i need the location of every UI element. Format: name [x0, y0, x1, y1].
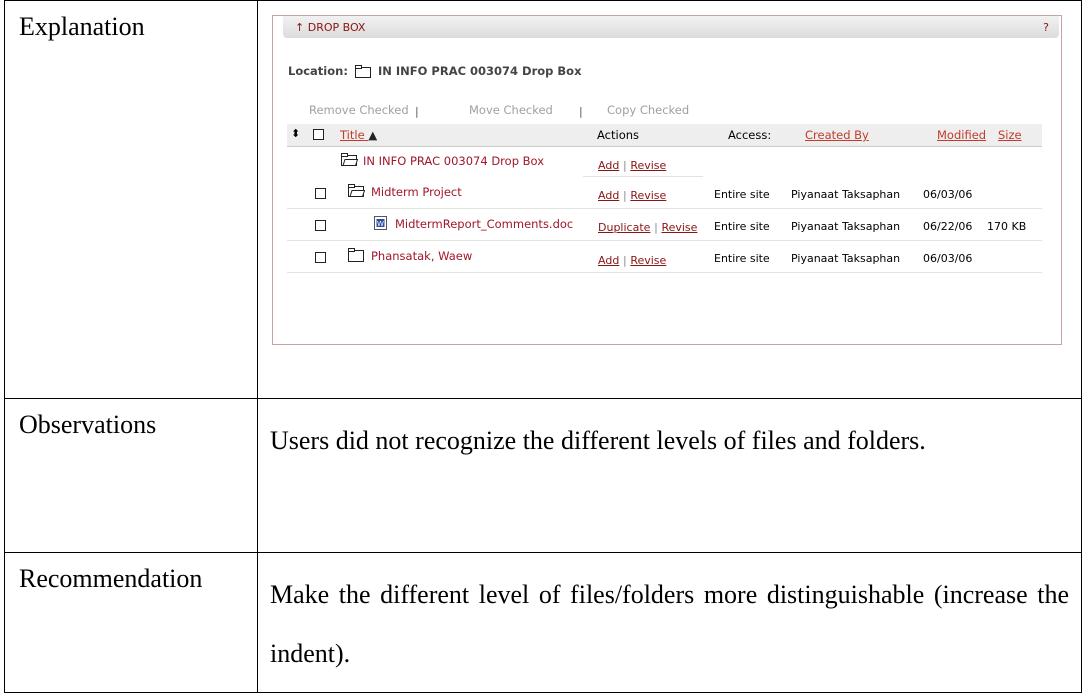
location-value: IN INFO PRAC 003074 Drop Box	[377, 64, 582, 78]
svg-text:W: W	[377, 220, 384, 228]
item-access: Entire site	[714, 188, 770, 201]
item-modified: 06/03/06	[923, 188, 973, 201]
add-link[interactable]: Add	[598, 189, 619, 202]
remove-checked-button[interactable]: Remove Checked	[309, 103, 409, 117]
separator: |	[622, 159, 627, 172]
folder-closed-icon	[354, 65, 371, 81]
recommendation-label: Recommendation	[4, 552, 258, 693]
folder-open-icon	[348, 184, 366, 200]
up-arrow-icon: ↑	[295, 21, 305, 34]
location-label: Location:	[288, 64, 348, 78]
item-actions: Add | Revise	[598, 253, 666, 267]
duplicate-link[interactable]: Duplicate	[598, 221, 650, 234]
item-title[interactable]: Midterm Project	[371, 185, 462, 199]
dropbox-tab-title: DROP BOX	[307, 21, 366, 34]
revise-link[interactable]: Revise	[630, 159, 666, 172]
row-divider	[287, 240, 1042, 241]
item-created-by: Piyanaat Taksaphan	[791, 252, 901, 265]
title-column-header[interactable]: Title ▲	[340, 128, 377, 142]
dropbox-tab-bar: ↑ DROP BOX ?	[283, 16, 1059, 38]
sort-icon[interactable]: ⬍	[291, 127, 300, 140]
item-created-by: Piyanaat Taksaphan	[791, 188, 901, 201]
explanation-cell: ↑ DROP BOX ? Location: IN INFO PRAC 0030…	[257, 0, 1082, 399]
item-title[interactable]: IN INFO PRAC 003074 Drop Box	[363, 154, 544, 168]
dropbox-tab[interactable]: ↑ DROP BOX	[295, 21, 365, 34]
access-column-header: Access:	[728, 128, 772, 142]
evaluation-table: Explanation ↑ DROP BOX ? Location: IN IN…	[4, 0, 1082, 693]
item-access: Entire site	[714, 252, 770, 265]
item-actions: Add | Revise	[598, 158, 666, 172]
separator: |	[415, 105, 419, 118]
sort-ascending-icon: ▲	[368, 128, 378, 142]
move-checked-button[interactable]: Move Checked	[469, 103, 553, 117]
folder-open-icon	[341, 153, 359, 169]
row-divider	[287, 208, 1042, 209]
item-checkbox[interactable]	[315, 220, 326, 231]
revise-link[interactable]: Revise	[661, 221, 697, 234]
folder-closed-icon	[348, 248, 365, 265]
copy-checked-button[interactable]: Copy Checked	[607, 103, 689, 117]
item-access: Entire site	[714, 220, 770, 233]
location-breadcrumb: Location: IN INFO PRAC 003074 Drop Box	[288, 64, 582, 81]
modified-column-header[interactable]: Modified	[937, 128, 986, 142]
add-link[interactable]: Add	[598, 159, 619, 172]
dropbox-panel: ↑ DROP BOX ? Location: IN INFO PRAC 0030…	[272, 15, 1062, 345]
separator: |	[654, 221, 658, 234]
recommendation-text: Make the different level of files/folder…	[257, 552, 1082, 693]
item-title[interactable]: MidtermReport_Comments.doc	[395, 217, 573, 231]
select-all-checkbox[interactable]	[313, 129, 324, 140]
separator: |	[622, 189, 627, 202]
separator: |	[579, 105, 583, 118]
item-actions: Add | Revise	[598, 188, 666, 202]
help-link[interactable]: ?	[1043, 21, 1049, 34]
item-actions: Duplicate | Revise	[598, 220, 697, 234]
item-modified: 06/03/06	[923, 252, 973, 265]
separator: |	[622, 254, 627, 267]
explanation-label: Explanation	[4, 0, 258, 399]
item-checkbox[interactable]	[315, 188, 326, 199]
table-header: ⬍ Title ▲ Actions Access: Created By Mod…	[287, 124, 1042, 147]
item-modified: 06/22/06	[923, 220, 973, 233]
item-title[interactable]: Phansatak, Waew	[371, 249, 472, 263]
size-column-header[interactable]: Size	[998, 128, 1022, 142]
item-size: 170 KB	[987, 220, 1027, 233]
item-checkbox[interactable]	[315, 252, 326, 263]
observations-text: Users did not recognize the different le…	[257, 398, 1082, 553]
row-divider	[287, 272, 1042, 273]
word-document-icon: W	[374, 216, 387, 233]
item-created-by: Piyanaat Taksaphan	[791, 220, 901, 233]
revise-link[interactable]: Revise	[630, 254, 666, 267]
observations-label: Observations	[4, 398, 258, 553]
title-column-label: Title	[340, 128, 365, 142]
created-by-column-header[interactable]: Created By	[805, 128, 869, 142]
row-divider	[583, 176, 703, 177]
revise-link[interactable]: Revise	[630, 189, 666, 202]
add-link[interactable]: Add	[598, 254, 619, 267]
actions-column-header: Actions	[597, 128, 640, 142]
